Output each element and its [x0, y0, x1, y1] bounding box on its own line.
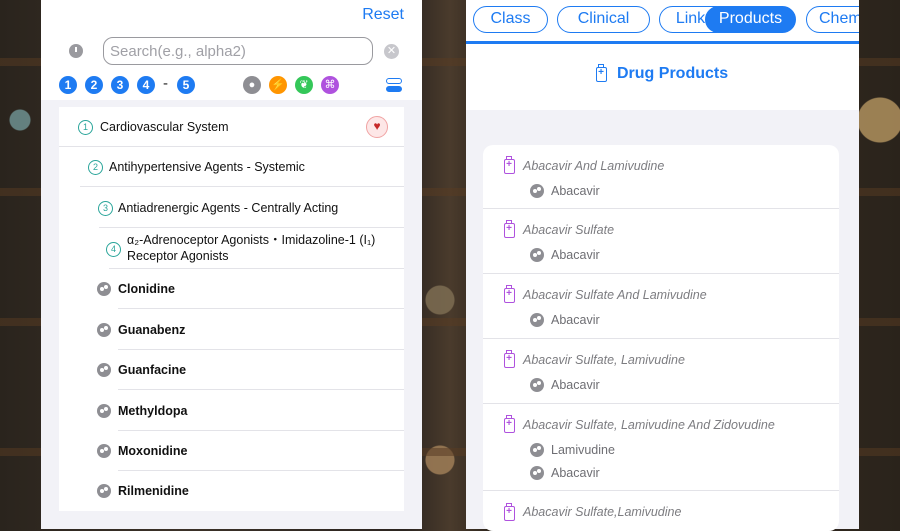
heart-organ-icon: ♥: [366, 116, 388, 138]
history-clock-icon[interactable]: [69, 44, 83, 58]
drug-row[interactable]: Guanfacine: [97, 350, 404, 390]
classification-panel: Reset ✕ 1 2 3 4 - 5 ● ⚡ ❦ ⌘ 1 Cardiovasc…: [41, 0, 422, 529]
drug-name: Guanfacine: [118, 363, 187, 377]
ingredient-icon: [530, 378, 544, 392]
product-name: Abacavir Sulfate And Lamivudine: [523, 288, 707, 302]
tab-bar: Class Clinical Links Products Chem: [466, 0, 859, 44]
product-bottle-icon: [504, 220, 515, 238]
left-header: Reset ✕ 1 2 3 4 - 5 ● ⚡ ❦ ⌘: [41, 0, 422, 100]
tab-class[interactable]: Class: [473, 6, 548, 33]
product-name: Abacavir And Lamivudine: [523, 159, 665, 173]
search-input[interactable]: [103, 37, 373, 65]
drug-name: Moxonidine: [118, 444, 188, 458]
drug-icon: [97, 363, 111, 377]
product-item[interactable]: Abacavir And Lamivudine Abacavir: [483, 145, 839, 209]
ingredient-icon: [530, 466, 544, 480]
drug-name: Rilmenidine: [118, 484, 189, 498]
hierarchy-list: 1 Cardiovascular System ♥ 2 Antihyperten…: [59, 107, 404, 511]
drug-icon: [97, 323, 111, 337]
product-bottle-icon: [504, 350, 515, 368]
product-bottle-icon: [504, 415, 515, 433]
drug-icon: [97, 444, 111, 458]
tab-clinical[interactable]: Clinical: [557, 6, 650, 33]
products-list: Abacavir And Lamivudine Abacavir Abacavi…: [483, 145, 839, 531]
ingredient-icon: [530, 248, 544, 262]
drug-row[interactable]: Moxonidine: [97, 431, 404, 471]
product-item[interactable]: Abacavir Sulfate And Lamivudine Abacavir: [483, 274, 839, 339]
level-badge: 1: [78, 120, 93, 135]
clear-search-icon[interactable]: ✕: [384, 44, 399, 59]
drug-icon: [97, 484, 111, 498]
drug-detail-panel: Class Clinical Links Products Chem Drug …: [466, 0, 859, 531]
list-item-label: α₂-Adrenoceptor Agonists・Imidazoline-1 (…: [127, 233, 376, 263]
bolt-icon[interactable]: ⚡: [269, 76, 287, 94]
product-item[interactable]: Abacavir Sulfate, Lamivudine And Zidovud…: [483, 404, 839, 491]
list-item-label: Cardiovascular System: [100, 120, 229, 134]
tab-products[interactable]: Products: [705, 6, 796, 33]
drug-row[interactable]: Guanabenz: [97, 309, 404, 350]
product-item[interactable]: Abacavir Sulfate Abacavir: [483, 209, 839, 274]
drug-row[interactable]: Clonidine: [97, 269, 404, 309]
level-1-button[interactable]: 1: [59, 76, 77, 94]
drug-name: Methyldopa: [118, 404, 188, 418]
ingredient-name: Abacavir: [551, 184, 600, 198]
product-name: Abacavir Sulfate,Lamivudine: [523, 505, 682, 519]
section-title: Drug Products: [617, 65, 729, 82]
ingredient-icon: [530, 443, 544, 457]
list-item[interactable]: 3 Antiadrenergic Agents - Centrally Acti…: [98, 187, 404, 228]
ingredient-icon: [530, 184, 544, 198]
product-item[interactable]: Abacavir Sulfate,Lamivudine: [483, 491, 839, 531]
level-dash: -: [163, 75, 168, 92]
ingredient-name: Abacavir: [551, 248, 600, 262]
level-3-button[interactable]: 3: [111, 76, 129, 94]
tab-chem[interactable]: Chem: [806, 6, 859, 33]
ingredient-name: Abacavir: [551, 378, 600, 392]
section-header: Drug Products: [466, 44, 859, 110]
product-bottle-icon: [504, 285, 515, 303]
medicine-bottle-icon: [596, 64, 607, 82]
pills-icon[interactable]: ●: [243, 76, 261, 94]
drug-icon: [97, 282, 111, 296]
ingredient-name: Lamivudine: [551, 443, 615, 457]
product-name: Abacavir Sulfate, Lamivudine: [523, 353, 685, 367]
ingredient-name: Abacavir: [551, 313, 600, 327]
level-badge: 3: [98, 201, 113, 216]
list-item-label: Antiadrenergic Agents - Centrally Acting: [118, 201, 339, 215]
ingredient-name: Abacavir: [551, 466, 600, 480]
drug-row[interactable]: Rilmenidine: [97, 471, 404, 511]
list-item-label: Antihypertensive Agents - Systemic: [109, 160, 305, 174]
drug-name: Clonidine: [118, 282, 175, 296]
level-badge: 2: [88, 160, 103, 175]
list-item[interactable]: 2 Antihypertensive Agents - Systemic: [80, 147, 404, 187]
product-name: Abacavir Sulfate: [523, 223, 615, 237]
drug-row[interactable]: Methyldopa: [97, 390, 404, 431]
level-2-button[interactable]: 2: [85, 76, 103, 94]
reset-button[interactable]: Reset: [362, 6, 404, 24]
drug-icon: [97, 404, 111, 418]
product-bottle-icon: [504, 156, 515, 174]
level-4-button[interactable]: 4: [137, 76, 155, 94]
list-item[interactable]: 1 Cardiovascular System ♥: [59, 107, 404, 147]
level-5-button[interactable]: 5: [177, 76, 195, 94]
product-name: Abacavir Sulfate, Lamivudine And Zidovud…: [523, 418, 775, 432]
product-item[interactable]: Abacavir Sulfate, Lamivudine Abacavir: [483, 339, 839, 404]
drug-name: Guanabenz: [118, 323, 186, 337]
ingredient-icon: [530, 313, 544, 327]
command-icon[interactable]: ⌘: [321, 76, 339, 94]
list-item[interactable]: 4 α₂-Adrenoceptor Agonists・Imidazoline-1…: [106, 228, 404, 269]
toggle-settings-icon[interactable]: [386, 77, 402, 93]
product-bottle-icon: [504, 503, 515, 521]
leaf-icon[interactable]: ❦: [295, 76, 313, 94]
level-badge: 4: [106, 242, 121, 257]
